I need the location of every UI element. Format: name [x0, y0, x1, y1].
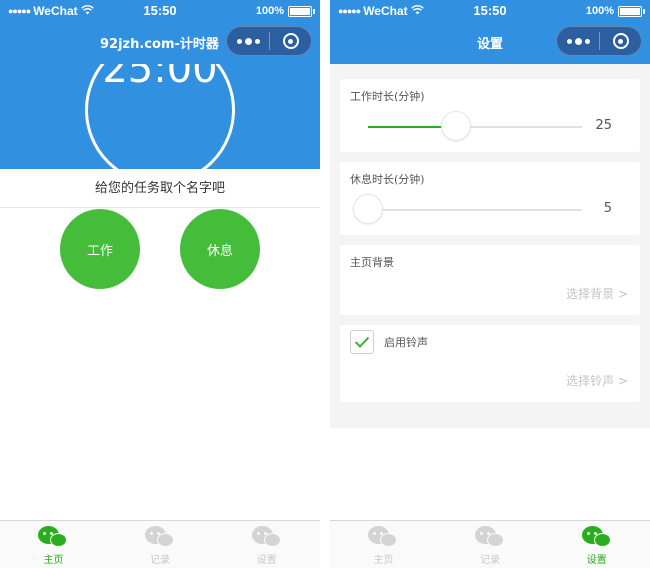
- header: ●●●●● WeChat 15:50 100% 92jzh.com-计时器 25…: [0, 0, 320, 169]
- slider-thumb[interactable]: [440, 111, 471, 141]
- work-duration-slider[interactable]: [368, 111, 582, 141]
- rest-duration-label: 休息时长(分钟): [350, 173, 425, 186]
- check-icon: [354, 336, 370, 348]
- tab-label: 主页: [373, 555, 394, 566]
- rest-duration-value: 5: [603, 201, 612, 216]
- background-card: 主页背景 选择背景 >: [340, 245, 640, 315]
- wechat-icon: [145, 526, 175, 550]
- target-icon: [282, 33, 299, 49]
- tab-label: 记录: [480, 555, 500, 566]
- tab-label: 主页: [43, 555, 64, 566]
- battery-text: 100%: [585, 5, 614, 17]
- settings-panel: 工作时长(分钟) 25 休息时长(分钟) 5 主页背景 选择背景 > 启用铃声: [330, 64, 650, 428]
- nav-bar: 设置: [330, 22, 650, 64]
- tab-records[interactable]: 记录: [107, 521, 214, 568]
- task-name-input[interactable]: [0, 170, 320, 208]
- miniprogram-capsule: [556, 26, 642, 56]
- tab-label: 设置: [586, 555, 607, 566]
- ringtone-label: 启用铃声: [384, 336, 428, 349]
- settings-screen: ●●●●● WeChat 15:50 100% 设置 工作时长(分钟) 25 休…: [330, 0, 650, 568]
- wechat-icon: [581, 526, 612, 550]
- ringtone-checkbox[interactable]: [350, 330, 374, 354]
- tab-home[interactable]: 主页: [330, 521, 437, 568]
- tab-home[interactable]: 主页: [0, 521, 107, 568]
- battery-indicator: 100%: [585, 5, 645, 17]
- work-button[interactable]: 工作: [60, 209, 140, 289]
- page-title: 92jzh.com-计时器: [100, 37, 219, 52]
- tab-bar: 主页 记录 设置: [0, 520, 320, 568]
- battery-indicator: 100%: [255, 5, 315, 17]
- ringtone-card: 启用铃声 选择铃声 >: [340, 325, 640, 402]
- work-duration-label: 工作时长(分钟): [350, 90, 425, 103]
- timer-area: 25:00: [0, 64, 320, 169]
- close-miniprogram-button[interactable]: [600, 33, 641, 49]
- tab-bar: 主页 记录 设置: [330, 520, 650, 568]
- wechat-icon: [368, 526, 398, 550]
- background-label: 主页背景: [350, 256, 394, 269]
- choose-background-link[interactable]: 选择背景 >: [566, 285, 628, 302]
- wechat-icon: [475, 526, 505, 550]
- rest-duration-card: 休息时长(分钟) 5: [340, 162, 640, 235]
- tab-label: 设置: [256, 555, 277, 566]
- home-screen: ●●●●● WeChat 15:50 100% 92jzh.com-计时器 25…: [0, 0, 320, 568]
- battery-text: 100%: [255, 5, 284, 17]
- miniprogram-capsule: [226, 26, 312, 56]
- rest-button[interactable]: 休息: [180, 209, 260, 289]
- tab-settings[interactable]: 设置: [213, 521, 320, 568]
- more-button[interactable]: [227, 37, 269, 45]
- wechat-icon: [38, 526, 68, 550]
- slider-thumb[interactable]: [353, 194, 383, 224]
- battery-icon: [618, 5, 645, 17]
- wechat-icon: [251, 526, 282, 550]
- battery-icon: [288, 5, 315, 17]
- work-duration-value: 25: [595, 118, 612, 133]
- tab-records[interactable]: 记录: [437, 521, 544, 568]
- work-duration-card: 工作时长(分钟) 25: [340, 79, 640, 152]
- target-icon: [612, 33, 629, 49]
- close-miniprogram-button[interactable]: [270, 33, 311, 49]
- timer-ring: 25:00: [85, 64, 235, 169]
- status-bar: ●●●●● WeChat 15:50 100%: [0, 0, 320, 22]
- timer-display: 25:00: [102, 64, 218, 92]
- tab-settings[interactable]: 设置: [543, 521, 650, 568]
- tab-label: 记录: [150, 555, 170, 566]
- choose-ringtone-link[interactable]: 选择铃声 >: [566, 372, 628, 389]
- header: ●●●●● WeChat 15:50 100% 设置: [330, 0, 650, 64]
- nav-bar: 92jzh.com-计时器: [0, 22, 320, 64]
- more-button[interactable]: [557, 37, 599, 45]
- status-bar: ●●●●● WeChat 15:50 100%: [330, 0, 650, 22]
- rest-duration-slider[interactable]: [353, 194, 582, 224]
